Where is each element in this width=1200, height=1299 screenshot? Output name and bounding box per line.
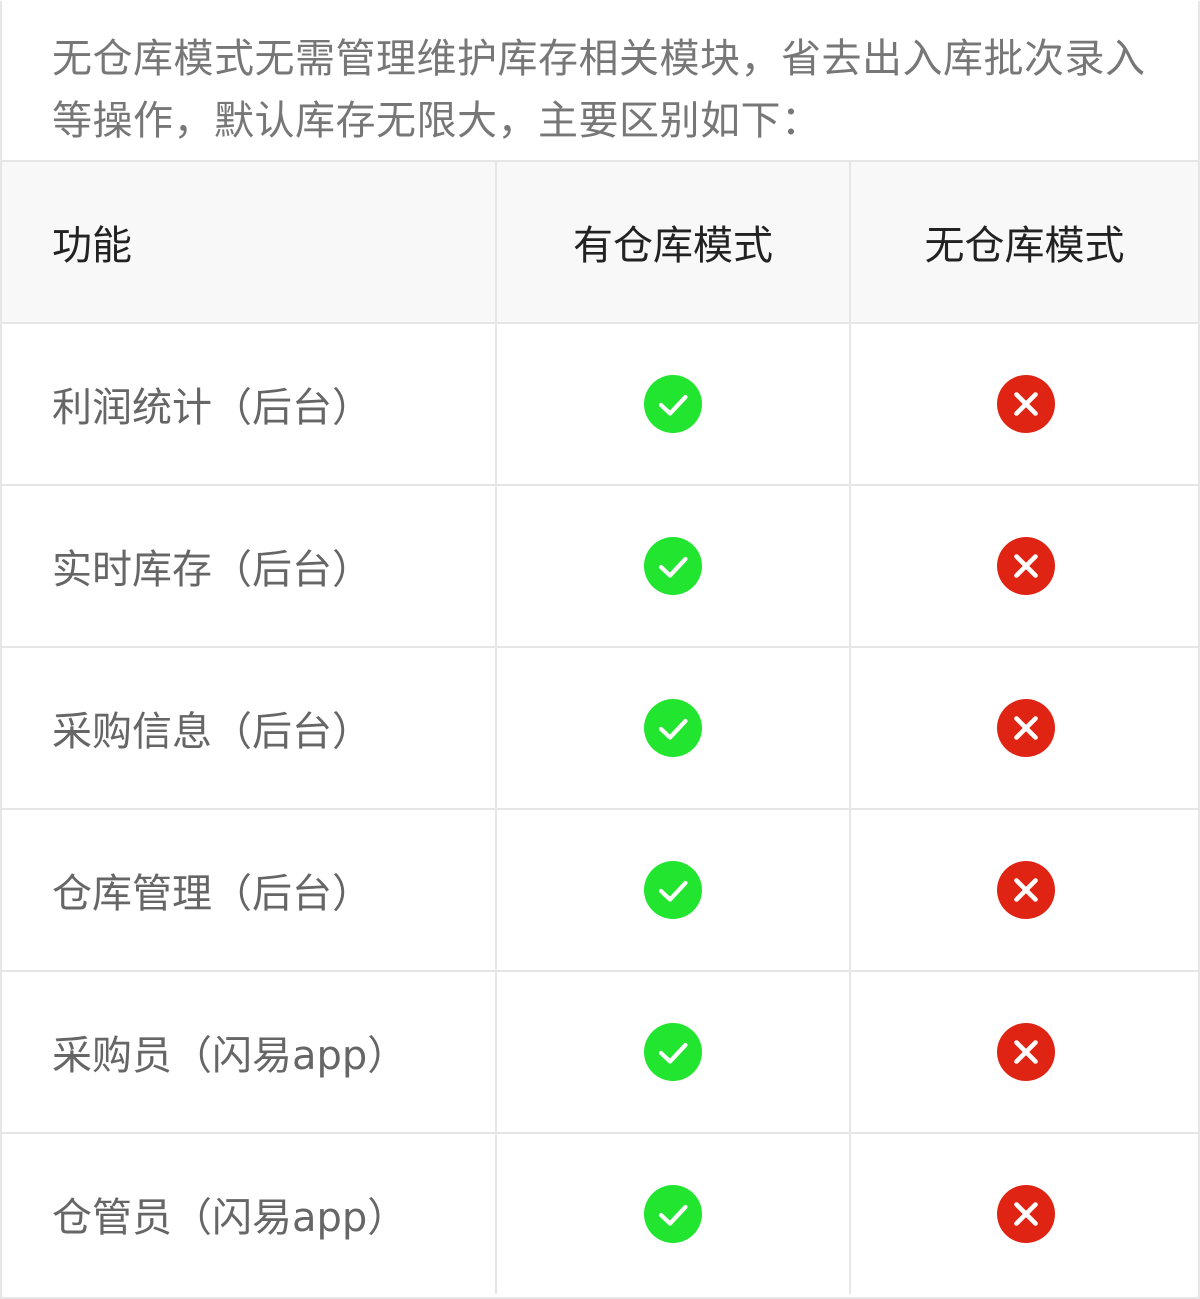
- cross-icon: [996, 375, 1055, 433]
- feature-comparison-table: 功能 有仓库模式 无仓库模式 利润统计（后台） 实时库存（后台） 采购信息（后台…: [2, 162, 1198, 1294]
- check-icon: [644, 375, 702, 433]
- without-warehouse-cell: [850, 809, 1198, 972]
- check-icon: [644, 1023, 702, 1081]
- intro-description: 无仓库模式无需管理维护库存相关模块，省去出入库批次录入等操作，默认库存无限大，主…: [2, 2, 1198, 162]
- check-icon: [644, 537, 702, 595]
- feature-name: 采购员（闪易app）: [2, 971, 497, 1134]
- feature-name: 采购信息（后台）: [2, 647, 497, 810]
- cross-icon: [996, 699, 1055, 757]
- cross-icon: [996, 861, 1055, 919]
- without-warehouse-cell: [850, 647, 1198, 810]
- feature-name: 实时库存（后台）: [2, 485, 497, 648]
- check-icon: [644, 1185, 702, 1243]
- feature-name: 仓管员（闪易app）: [2, 1133, 497, 1294]
- with-warehouse-cell: [496, 1133, 851, 1294]
- without-warehouse-cell: [850, 1133, 1198, 1294]
- table-row: 采购信息（后台）: [2, 647, 1198, 810]
- without-warehouse-cell: [850, 485, 1198, 648]
- without-warehouse-cell: [850, 971, 1198, 1134]
- check-icon: [644, 861, 702, 919]
- table-row: 实时库存（后台）: [2, 485, 1198, 648]
- cross-icon: [996, 537, 1055, 595]
- without-warehouse-cell: [850, 323, 1198, 486]
- cross-icon: [996, 1023, 1055, 1081]
- check-icon: [644, 699, 702, 757]
- column-header-feature: 功能: [2, 162, 497, 324]
- feature-name: 仓库管理（后台）: [2, 809, 497, 972]
- with-warehouse-cell: [496, 647, 851, 810]
- table-header-row: 功能 有仓库模式 无仓库模式: [2, 162, 1198, 324]
- table-row: 采购员（闪易app）: [2, 971, 1198, 1134]
- mode-comparison-card: 无仓库模式无需管理维护库存相关模块，省去出入库批次录入等操作，默认库存无限大，主…: [0, 0, 1200, 1299]
- with-warehouse-cell: [496, 971, 851, 1134]
- table-row: 仓管员（闪易app）: [2, 1133, 1198, 1294]
- table-row: 利润统计（后台）: [2, 323, 1198, 486]
- with-warehouse-cell: [496, 809, 851, 972]
- with-warehouse-cell: [496, 485, 851, 648]
- cross-icon: [996, 1185, 1055, 1243]
- feature-name: 利润统计（后台）: [2, 323, 497, 486]
- column-header-with-warehouse: 有仓库模式: [496, 162, 851, 324]
- with-warehouse-cell: [496, 323, 851, 486]
- column-header-without-warehouse: 无仓库模式: [850, 162, 1198, 324]
- table-row: 仓库管理（后台）: [2, 809, 1198, 972]
